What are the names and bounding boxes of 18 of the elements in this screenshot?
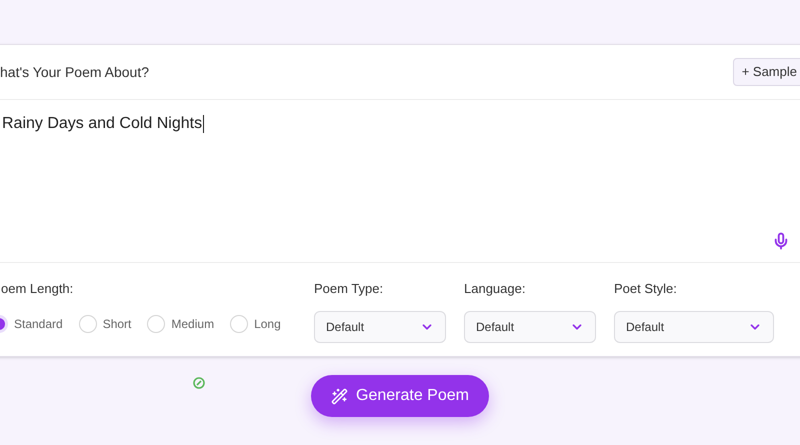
- prompt-label: hat's Your Poem About?: [0, 62, 150, 82]
- status-icon: [193, 377, 205, 389]
- length-radio[interactable]: Medium: [147, 314, 214, 332]
- dropdown[interactable]: Default: [464, 310, 596, 342]
- microphone-icon[interactable]: [772, 232, 790, 250]
- prompt-text-field[interactable]: Rainy Days and Cold Nights: [2, 112, 800, 136]
- length-radio[interactable]: Standard: [0, 314, 63, 332]
- length-label: oem Length:: [1, 280, 74, 298]
- generate-button[interactable]: Generate Poem: [311, 375, 489, 417]
- dropdown[interactable]: Default: [614, 310, 774, 342]
- length-radio[interactable]: Long: [230, 314, 281, 332]
- length-radio[interactable]: Short: [78, 314, 132, 332]
- select-label: Poem Type:: [314, 280, 384, 298]
- magic-wand-icon: [331, 388, 348, 404]
- select-label: Language:: [464, 280, 526, 298]
- sample-button[interactable]: + Sample: [732, 58, 800, 86]
- select-label: Poet Style:: [614, 280, 678, 298]
- dropdown[interactable]: Default: [314, 310, 446, 342]
